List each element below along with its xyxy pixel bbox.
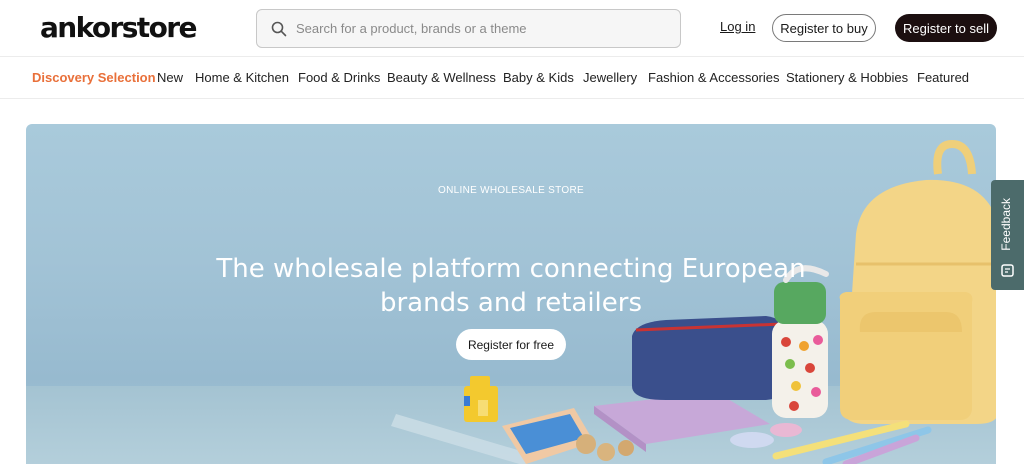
nav-item-beauty-wellness[interactable]: Beauty & Wellness	[387, 70, 496, 85]
ruler-image	[391, 414, 531, 464]
nav-item-featured[interactable]: Featured	[917, 70, 969, 85]
nav-item-discovery-selection[interactable]: Discovery Selection	[32, 70, 156, 85]
pencils-image	[730, 420, 932, 464]
register-for-free-button[interactable]: Register for free	[456, 329, 566, 360]
register-to-buy-button[interactable]: Register to buy	[772, 14, 876, 42]
search-input[interactable]	[296, 21, 656, 36]
register-to-sell-button[interactable]: Register to sell	[895, 14, 997, 42]
category-nav: Discovery Selection New Home & Kitchen F…	[0, 58, 1024, 99]
sharpener-image	[464, 376, 498, 422]
pencil-case-image	[632, 316, 788, 400]
hero-title: The wholesale platform connecting Europe…	[216, 254, 806, 318]
nav-item-stationery-hobbies[interactable]: Stationery & Hobbies	[786, 70, 908, 85]
login-link[interactable]: Log in	[720, 19, 755, 34]
site-header: ankorstore Log in Register to buy Regist…	[0, 0, 1024, 57]
hero-eyebrow: ONLINE WHOLESALE STORE	[438, 185, 584, 196]
feedback-tab[interactable]: Feedback	[991, 180, 1024, 290]
feedback-label: Feedback	[999, 198, 1013, 251]
nav-item-fashion-accessories[interactable]: Fashion & Accessories	[648, 70, 780, 85]
nav-item-food-drinks[interactable]: Food & Drinks	[298, 70, 380, 85]
hero-banner: ONLINE WHOLESALE STORE The wholesale pla…	[26, 124, 996, 464]
search-bar[interactable]	[256, 9, 681, 48]
nav-item-home-kitchen[interactable]: Home & Kitchen	[195, 70, 289, 85]
site-logo[interactable]: ankorstore	[40, 11, 197, 44]
nav-item-jewellery[interactable]: Jewellery	[583, 70, 637, 85]
nav-item-new[interactable]: New	[157, 70, 183, 85]
nav-item-baby-kids[interactable]: Baby & Kids	[503, 70, 574, 85]
search-icon[interactable]	[271, 21, 287, 37]
feedback-icon	[1001, 262, 1014, 277]
